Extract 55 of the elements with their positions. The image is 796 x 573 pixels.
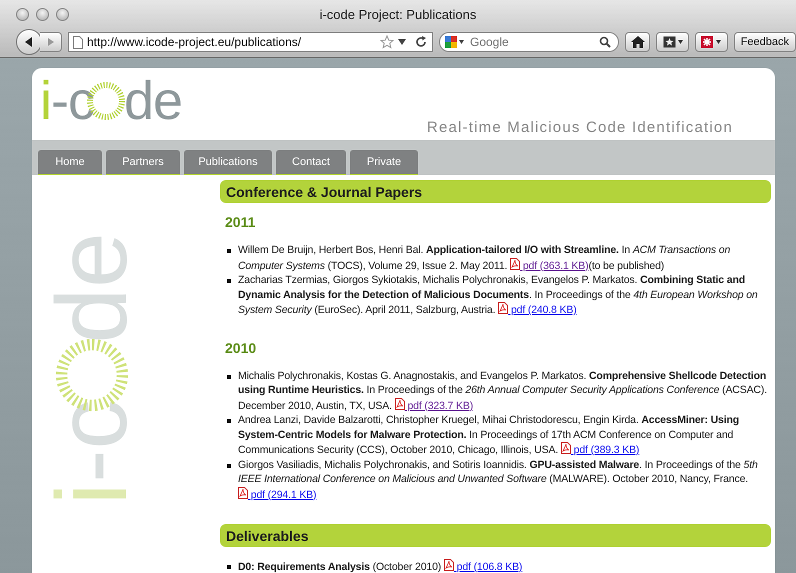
pdf-link[interactable]: pdf (294.1 KB) (238, 488, 316, 500)
reload-icon[interactable] (414, 35, 428, 49)
nav-tab[interactable]: Publications (184, 150, 272, 175)
year-heading: 2011 (225, 214, 256, 230)
zoom-button[interactable] (56, 8, 69, 20)
section-header: Conference & Journal Papers (220, 180, 771, 203)
minimize-button[interactable] (36, 8, 49, 20)
search-engine-icon[interactable] (445, 35, 465, 49)
bullet (227, 419, 231, 423)
pdf-link[interactable]: pdf (106.8 KB) (444, 561, 522, 573)
back-button[interactable] (16, 29, 42, 55)
nav-tab[interactable]: Partners (106, 150, 180, 175)
bullet (227, 249, 231, 253)
pdf-icon (238, 486, 248, 498)
bullet (227, 464, 231, 468)
page-icon (73, 36, 83, 48)
citation: Giorgos Vasiliadis, Michalis Polychronakis, and Sotiris Ioannidis. GPU-assisted Malware. In Proceedings of the 5th IEEE International Conference on Malicious and Unwanted Software (MALWARE). October 2010, Nancy, France. pdf (294.1 KB) (238, 458, 759, 502)
search-icon[interactable] (599, 36, 611, 48)
close-button[interactable] (16, 8, 29, 20)
bullet (227, 279, 231, 283)
citation: Willem De Bruijn, Herbert Bos, Henri Bal. Application-tailored I/O with Streamline. In ACM Transactions on Computer Systems (TOCS), Volume 29, Issue 2. May 2011. pdf (363.1 KB)(to be published) (238, 243, 732, 273)
citation: D0: Requirements Analysis (October 2010) pdf (106.8 KB) (238, 559, 524, 573)
pdf-link[interactable]: pdf (323.7 KB) (394, 400, 474, 412)
citation: Michalis Polychronakis, Kostas G. Anagnostakis, and Evangelos P. Markatos. Comprehensive Shellcode Detection using Runtime Heuristics. In Proceedings of the 26th Annual Computer Security Applications Conference (ACSAC). December 2010, Austin, TX, USA. pdf (323.7 KB) (238, 368, 768, 413)
forward-arrow-icon (46, 37, 54, 47)
pdf-icon (394, 398, 405, 410)
pdf-icon (560, 442, 571, 454)
nav-tab[interactable]: Home (38, 150, 102, 175)
search-field[interactable]: Google (439, 32, 619, 52)
section-header: Deliverables (220, 524, 771, 547)
pdf-icon (510, 258, 520, 270)
home-button[interactable] (625, 32, 650, 52)
star-menu-icon (662, 36, 683, 48)
pdf-link[interactable]: pdf (389.3 KB) (560, 444, 640, 456)
citation: Zacharias Tzermias, Giorgos Sykiotakis, Michalis Polychronakis, Evangelos P. Markatos. Combining Static and Dynamic Analysis for the Detection of Malicious Documents. In Proceedings of the 4th European Workshop on System Security (EuroSec). April 2011, Salzburg, Austria. pdf (240.8 KB) (238, 273, 759, 318)
citation: Andrea Lanzi, Davide Balzarotti, Christopher Kruegel, Mihai Christodorescu, Engin Kirda. AccessMiner: Using System-Centric Models for Malware Protection. In Proceedings of 17th ACM Conference on Computer and Communications Security (CCS), October 2010, Chicago, Illinois, USA. pdf (389.3 KB) (238, 413, 740, 458)
feedback-button[interactable]: Feedback (734, 32, 796, 52)
bullet (227, 374, 231, 378)
nav-tab[interactable]: Private (350, 150, 418, 175)
address-bar[interactable]: http://www.icode-project.eu/publications/ (68, 32, 433, 52)
asterisk-menu-icon (701, 36, 722, 48)
back-arrow-icon (23, 36, 35, 48)
star-icon[interactable] (380, 35, 394, 49)
nav-tab[interactable]: Contact (276, 150, 346, 175)
bookmarks-button[interactable] (656, 32, 690, 52)
bullet (227, 565, 231, 569)
extension-button[interactable] (695, 32, 728, 52)
pdf-icon (498, 302, 508, 314)
house-icon (630, 36, 645, 48)
pdf-link[interactable]: pdf (240.8 KB) (498, 304, 577, 316)
site-tagline: Real-time Malicious Code Identification (426, 119, 733, 136)
window-title: i-code Project: Publications (320, 6, 476, 22)
dropdown-icon[interactable] (398, 39, 406, 45)
pdf-link[interactable]: pdf (363.1 KB) (510, 260, 588, 272)
year-heading: 2010 (225, 340, 258, 356)
